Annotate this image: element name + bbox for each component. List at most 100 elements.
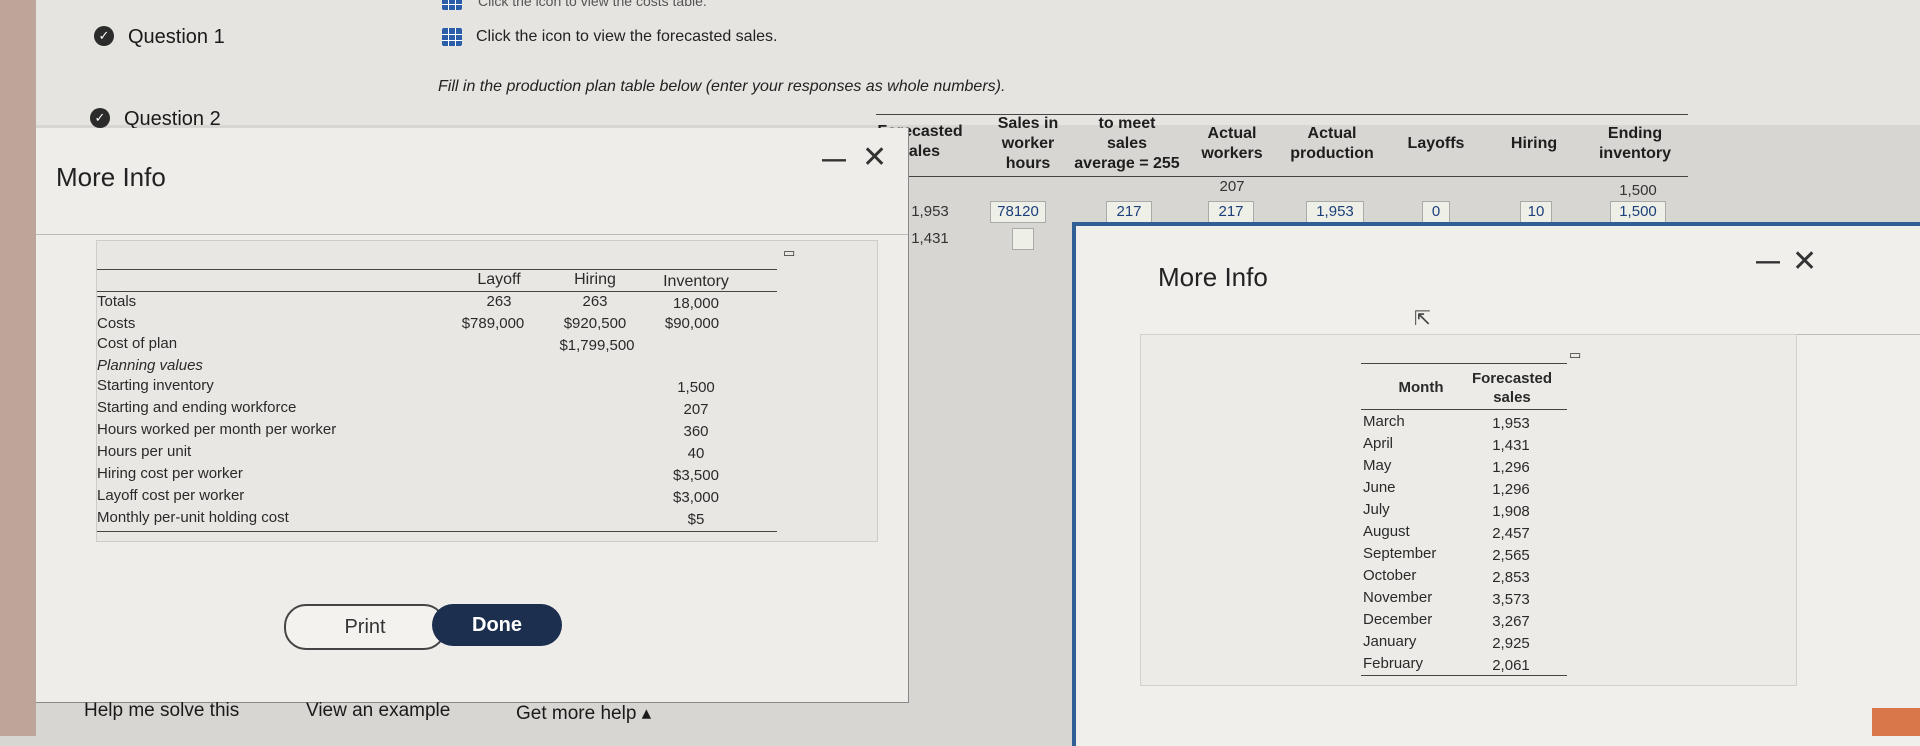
sales-cell: 2,565 — [1492, 547, 1530, 564]
minimize-icon[interactable]: — — [1756, 248, 1780, 276]
dialog-title: More Info — [56, 162, 166, 192]
col-to-meet-sales: to meet sales average = 255 — [1074, 115, 1180, 172]
ending-inventory-input[interactable]: 1,500 — [1610, 201, 1666, 223]
instruction-text: Fill in the production plan table below … — [438, 78, 1006, 95]
forecast-table-panel: ▭ Month Forecasted sales March 1,953 Apri… — [1140, 334, 1797, 686]
month-cell: August — [1363, 523, 1410, 540]
question-header-area — [36, 0, 1920, 125]
sales-cell: 1,908 — [1492, 503, 1530, 520]
mouse-cursor-icon: ⇱ — [1414, 308, 1431, 330]
month-cell: May — [1363, 457, 1392, 474]
header-rule — [876, 176, 1688, 177]
pv-value: $3,500 — [673, 467, 719, 484]
sales-cell: 1,296 — [1492, 459, 1530, 476]
initial-inventory: 1,500 — [1619, 182, 1657, 199]
more-help-link[interactable]: Get more help ▴ — [516, 702, 651, 725]
month-cell: April — [1363, 435, 1394, 452]
pv-label: Starting inventory — [97, 377, 214, 394]
cost-of-plan-value: $1,799,500 — [559, 337, 635, 354]
pv-value: $3,000 — [673, 489, 719, 506]
table-bottom-rule — [1361, 675, 1567, 676]
row-label-costs: Costs — [97, 315, 136, 332]
col-layoff: Layoff — [477, 271, 521, 288]
sales-cell: 1,296 — [1492, 481, 1530, 498]
table-bottom-rule — [97, 531, 777, 532]
layoffs-input[interactable]: 0 — [1422, 201, 1450, 223]
copy-icon[interactable]: ▭ — [783, 245, 795, 261]
month-cell: March — [1363, 413, 1405, 430]
sales-hint: Click the icon to view the forecasted sa… — [476, 28, 778, 45]
month-cell: July — [1363, 501, 1390, 518]
sales-cell: 1,431 — [1492, 437, 1530, 454]
row-label-totals: Totals — [97, 293, 137, 310]
month-cell: October — [1363, 567, 1417, 584]
table-top-rule — [97, 269, 777, 270]
check-circle-icon: ✓ — [90, 108, 110, 128]
done-button[interactable]: Done — [432, 604, 562, 646]
totals-hiring: 263 — [582, 293, 608, 310]
view-example-link[interactable]: View an example — [306, 700, 450, 722]
totals-inventory: 18,000 — [673, 295, 719, 312]
pv-label: Hiring cost per worker — [97, 465, 243, 482]
totals-layoff: 263 — [486, 293, 512, 310]
costs-hint: Click the icon to view the costs table. — [478, 0, 707, 9]
forecast-march: 1,953 — [911, 203, 949, 220]
costs-table-panel: ▭ Layoff Hiring Inventory Totals 263 263… — [96, 240, 878, 542]
month-cell: December — [1363, 611, 1433, 628]
hiring-input[interactable]: 10 — [1520, 201, 1552, 223]
col-ending-inventory: Ending inventory — [1598, 125, 1671, 162]
costs-layoff: $789,000 — [461, 315, 525, 332]
close-icon[interactable]: ✕ — [1792, 244, 1817, 279]
actual-production-input[interactable]: 1,953 — [1306, 201, 1364, 223]
sales-cell: 3,267 — [1492, 613, 1530, 630]
month-cell: November — [1363, 589, 1433, 606]
pv-value: 1,500 — [677, 379, 715, 396]
pv-value: 40 — [687, 445, 705, 462]
table-icon[interactable] — [442, 0, 462, 10]
check-circle-icon: ✓ — [94, 26, 114, 46]
col-month: Month — [1398, 379, 1444, 396]
print-button[interactable]: Print — [284, 604, 446, 650]
col-layoffs: Layoffs — [1407, 135, 1465, 152]
col-hiring: Hiring — [574, 271, 616, 288]
actual-workers-input[interactable]: 217 — [1208, 201, 1254, 223]
sales-cell: 2,061 — [1492, 657, 1530, 674]
left-edge — [0, 0, 36, 736]
question-1-link[interactable]: Question 1 — [128, 26, 225, 49]
header-rule — [97, 291, 777, 292]
sales-hours-input[interactable]: 78120 — [990, 201, 1046, 223]
pv-label: Hours per unit — [97, 443, 192, 460]
dialog-title: More Info — [1158, 262, 1268, 292]
planning-values-label: Planning values — [97, 357, 203, 374]
pv-value: $5 — [687, 511, 705, 528]
corner-button[interactable] — [1872, 708, 1920, 736]
month-cell: September — [1363, 545, 1437, 562]
month-cell: February — [1363, 655, 1424, 672]
initial-workers: 207 — [1219, 178, 1245, 195]
minimize-icon[interactable]: — — [822, 146, 846, 174]
sales-cell: 3,573 — [1492, 591, 1530, 608]
pv-value: 360 — [683, 423, 709, 440]
pv-label: Monthly per-unit holding cost — [97, 509, 289, 526]
copy-icon[interactable]: ▭ — [1569, 347, 1581, 363]
sales-cell: 2,457 — [1492, 525, 1530, 542]
more-info-costs-dialog: More Info — ✕ ▭ Layoff Hiring Inventory … — [36, 128, 909, 703]
col-actual-workers: Actual workers — [1201, 125, 1263, 162]
pv-label: Starting and ending workforce — [97, 399, 297, 416]
header-rule — [1361, 409, 1567, 410]
sales-cell: 2,853 — [1492, 569, 1530, 586]
table-icon[interactable] — [442, 28, 462, 46]
col-forecasted-sales: Forecasted sales — [1471, 370, 1553, 406]
table-top-rule — [1361, 363, 1567, 364]
sales-cell: 2,925 — [1492, 635, 1530, 652]
to-meet-sales-input[interactable]: 217 — [1106, 201, 1152, 223]
sales-hours-input-april[interactable] — [1012, 228, 1034, 250]
sales-cell: 1,953 — [1492, 415, 1530, 432]
help-me-solve-link[interactable]: Help me solve this — [84, 700, 239, 722]
dialog-divider — [36, 234, 908, 235]
row-label-cost-of-plan: Cost of plan — [97, 335, 178, 352]
col-hiring: Hiring — [1510, 135, 1558, 152]
pv-value: 207 — [683, 401, 709, 418]
close-icon[interactable]: ✕ — [862, 140, 887, 175]
month-cell: June — [1363, 479, 1396, 496]
